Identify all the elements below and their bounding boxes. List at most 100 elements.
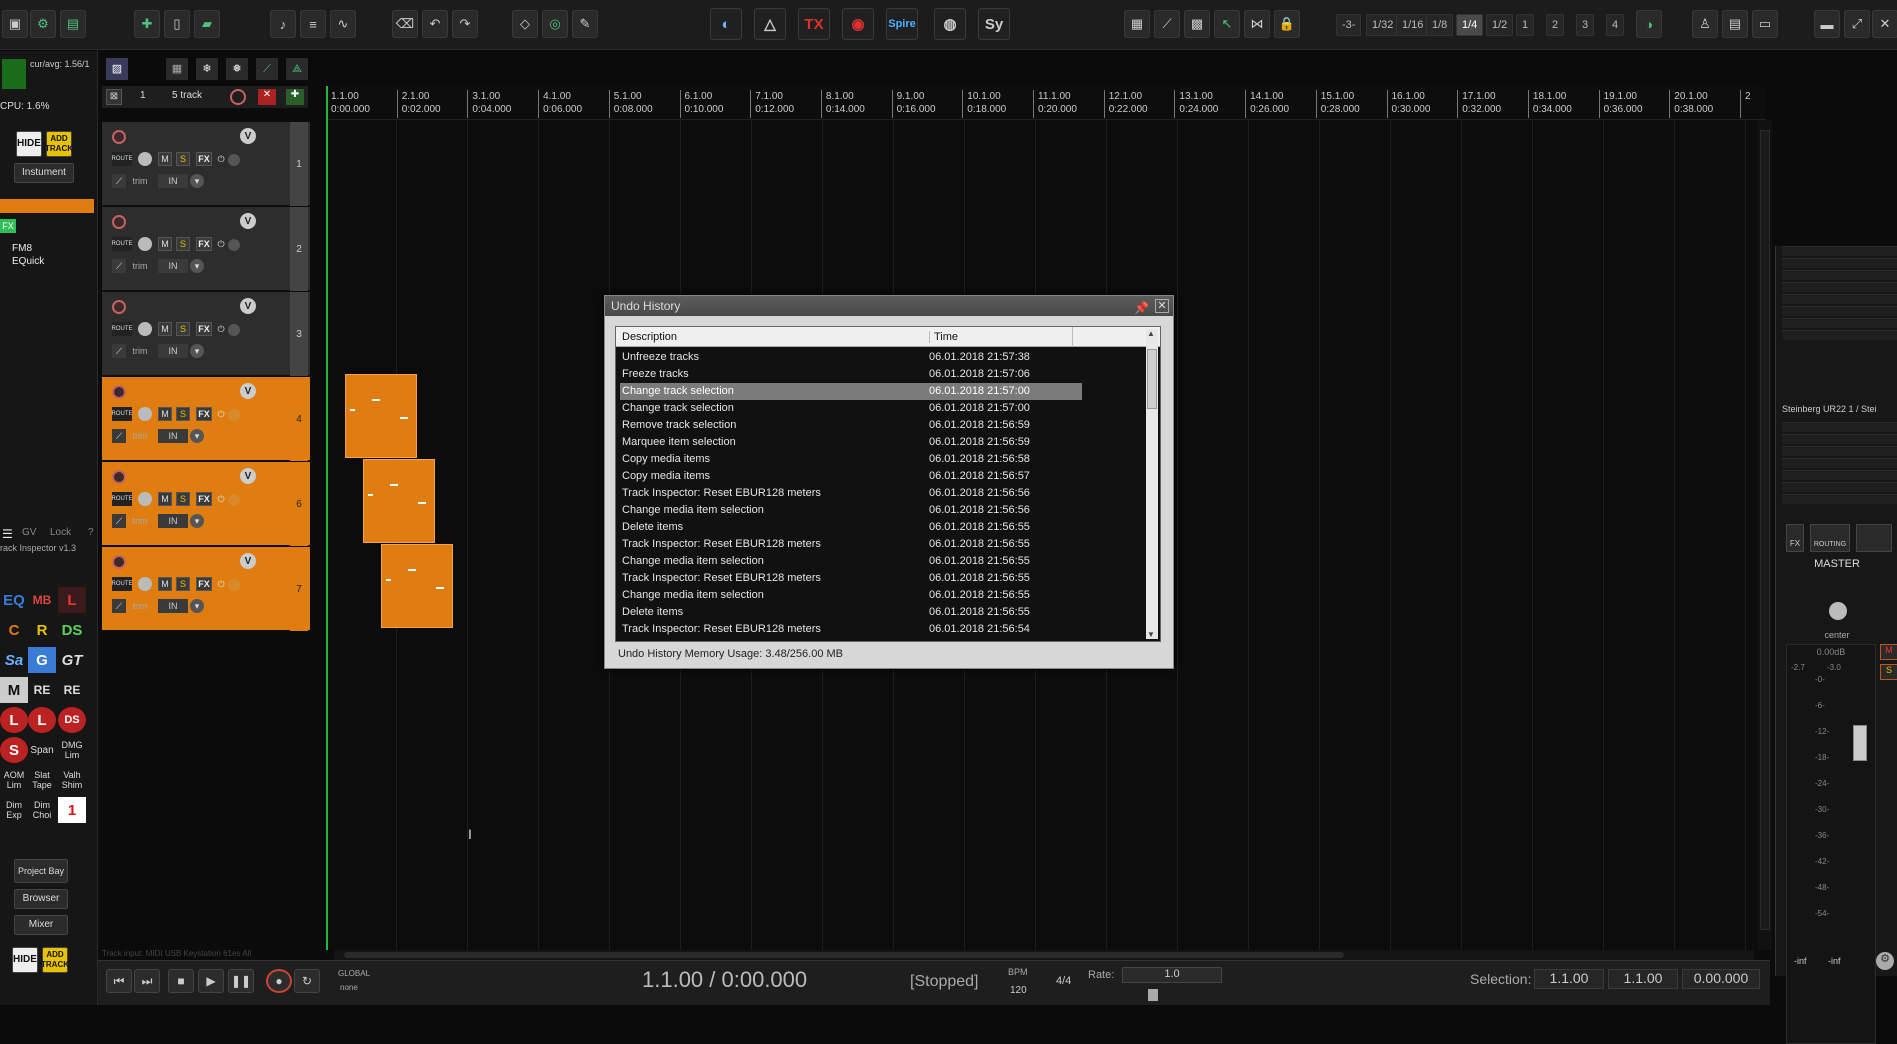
fx-button[interactable]: FX (196, 237, 212, 251)
solo-button[interactable]: S (176, 407, 190, 421)
ruler-mark[interactable]: 6.1.00 0:10.000 (679, 90, 723, 118)
master-fader[interactable] (1853, 725, 1867, 761)
ruler-mark[interactable]: 19.1.00 0:36.000 (1598, 90, 1643, 118)
envelope-icon[interactable]: ⟋ (112, 514, 126, 528)
save-icon[interactable]: ▣ (2, 10, 28, 38)
plugin-span-button[interactable]: Span (28, 737, 56, 763)
route-button[interactable]: ROUTE (112, 152, 133, 166)
fx-chain-item[interactable]: FM8 (12, 243, 32, 254)
record-arm-icon[interactable] (112, 130, 126, 144)
fx-toggle-button[interactable]: FX (0, 219, 16, 233)
pan-knob[interactable] (138, 577, 152, 591)
undo-scrollbar[interactable]: ▲ ▼ (1146, 329, 1158, 639)
envelope-icon[interactable]: ⟋ (112, 344, 126, 358)
metronome-icon[interactable]: ◎ (542, 10, 568, 38)
ripple-icon[interactable]: ▩ (1184, 10, 1210, 38)
solo-button[interactable]: S (176, 577, 190, 591)
media-item[interactable] (363, 459, 435, 543)
master-solo-button[interactable]: S (1880, 664, 1897, 680)
plugin-l3-button[interactable]: L (28, 707, 56, 733)
ruler-mark[interactable]: 4.1.00 0:06.000 (538, 90, 582, 118)
input-button[interactable]: IN (158, 344, 188, 358)
volume-knob[interactable]: V (240, 468, 256, 484)
selection-length[interactable]: 0.00.000 (1682, 969, 1760, 989)
plugin-aom-lim-button[interactable]: AOM Lim (0, 767, 28, 793)
snap-magnet-icon[interactable]: ◑ (1636, 10, 1662, 38)
record-icon[interactable]: ● (266, 969, 292, 993)
trim-label[interactable]: trim (128, 514, 152, 528)
envelope-icon[interactable]: ⟋ (256, 58, 278, 80)
link-icon[interactable]: ⟁ (286, 58, 308, 80)
volume-knob[interactable]: V (240, 213, 256, 229)
ruler-mark[interactable]: 1.1.00 0:00.000 (326, 90, 370, 118)
volume-knob[interactable]: V (240, 298, 256, 314)
phase-knob[interactable] (228, 579, 240, 591)
mute-button[interactable]: M (158, 152, 172, 166)
trim-label[interactable]: trim (128, 259, 152, 273)
track-number[interactable]: 4 (290, 377, 308, 461)
track-header[interactable]: V ROUTE M S FX ⏻ ⟋ trim IN ▾ 4 (102, 377, 310, 461)
undo-history-row[interactable]: Change media item selection 06.01.2018 21… (620, 553, 1082, 570)
plugin-dim-exp-button[interactable]: Dim Exp (0, 797, 28, 823)
phase-knob[interactable] (228, 154, 240, 166)
grid-2-button[interactable]: 2 (1546, 14, 1565, 36)
mute-button[interactable]: M (158, 322, 172, 336)
scrollbar-thumb[interactable] (1147, 349, 1157, 409)
plugin-one-button[interactable]: 1 (58, 797, 86, 823)
fx-chain-item[interactable]: EQuick (12, 256, 44, 267)
go-to-start-icon[interactable]: ⏮ (106, 969, 132, 993)
input-monitor-icon[interactable]: ▾ (190, 429, 204, 443)
plugin-c-button[interactable]: C (0, 617, 28, 643)
plugin-g-button[interactable]: G (28, 647, 56, 673)
envelope-icon[interactable]: ⟋ (112, 429, 126, 443)
grid-4-button[interactable]: 4 (1606, 14, 1625, 36)
ruler-mark[interactable]: 10.1.00 0:18.000 (962, 90, 1006, 118)
instrument-button[interactable]: Instument (14, 163, 74, 183)
unfreeze-icon[interactable]: ❅ (226, 58, 248, 80)
input-monitor-icon[interactable]: ▾ (190, 344, 204, 358)
new-file-icon[interactable]: ▯ (164, 10, 190, 38)
input-button[interactable]: IN (158, 259, 188, 273)
mixer-icon[interactable]: ≡ (300, 10, 326, 38)
trash-icon[interactable]: ⌫ (392, 10, 418, 38)
phase-knob[interactable] (228, 494, 240, 506)
ruler-mark[interactable]: 9.1.00 0:16.000 (891, 90, 936, 118)
envelope-icon[interactable]: ⟋ (112, 259, 126, 273)
plugin-tx-button[interactable]: TX (798, 8, 830, 40)
menu-icon[interactable]: ☰ (2, 527, 13, 541)
pin-icon[interactable]: 📌 (1134, 298, 1149, 318)
plugin-knob-icon[interactable]: ◍ (934, 8, 966, 40)
wrench-icon[interactable]: ✎ (572, 10, 598, 38)
ruler-mark[interactable]: 5.1.00 0:08.000 (608, 90, 653, 118)
undo-history-row[interactable]: Copy media items 06.01.2018 21:56:57 (620, 468, 1082, 485)
master-mute-button[interactable]: M (1880, 644, 1897, 660)
track-number[interactable]: 1 (290, 122, 308, 206)
plugin-gt-button[interactable]: GT (58, 647, 86, 673)
trim-label[interactable]: trim (128, 344, 152, 358)
cursor-mode-icon[interactable]: ↖ (1214, 10, 1240, 38)
redo-icon[interactable]: ↷ (452, 10, 478, 38)
undo-history-row[interactable]: Track Inspector: Reset EBUR128 meters 06.… (620, 570, 1082, 587)
undo-history-row[interactable]: Marquee item selection 06.01.2018 21:56:5… (620, 434, 1082, 451)
record-arm-icon[interactable] (112, 555, 126, 569)
record-arm-icon[interactable] (112, 385, 126, 399)
grid-1-16-button[interactable]: 1/16 (1396, 14, 1430, 36)
fx-bypass-icon[interactable]: ⏻ (216, 492, 226, 506)
snap-toggle-icon[interactable]: ⟋ (1154, 10, 1180, 38)
envelope-mode-icon[interactable]: ⋈ (1244, 10, 1270, 38)
plugin-slat-tape-button[interactable]: Slat Tape (28, 767, 56, 793)
plugin-l2-button[interactable]: L (0, 707, 28, 733)
project-bay-button[interactable]: Project Bay (14, 859, 68, 883)
fx-button[interactable]: FX (196, 492, 212, 506)
input-button[interactable]: IN (158, 599, 188, 613)
plugin-eq-button[interactable]: EQ (0, 587, 28, 613)
envelope-icon[interactable]: ⟋ (112, 174, 126, 188)
ruler-mark[interactable]: 2 (1740, 90, 1751, 118)
pan-knob[interactable] (138, 407, 152, 421)
vertical-scrollbar[interactable] (1758, 120, 1772, 950)
ruler-mark[interactable]: 11.1.00 0:20.000 (1033, 90, 1077, 118)
mute-button[interactable]: M (158, 492, 172, 506)
undo-history-row[interactable]: Unfreeze tracks 06.01.2018 21:57:38 (620, 349, 1082, 366)
window-icon[interactable]: ▭ (1752, 10, 1778, 38)
solo-button[interactable]: S (176, 492, 190, 506)
